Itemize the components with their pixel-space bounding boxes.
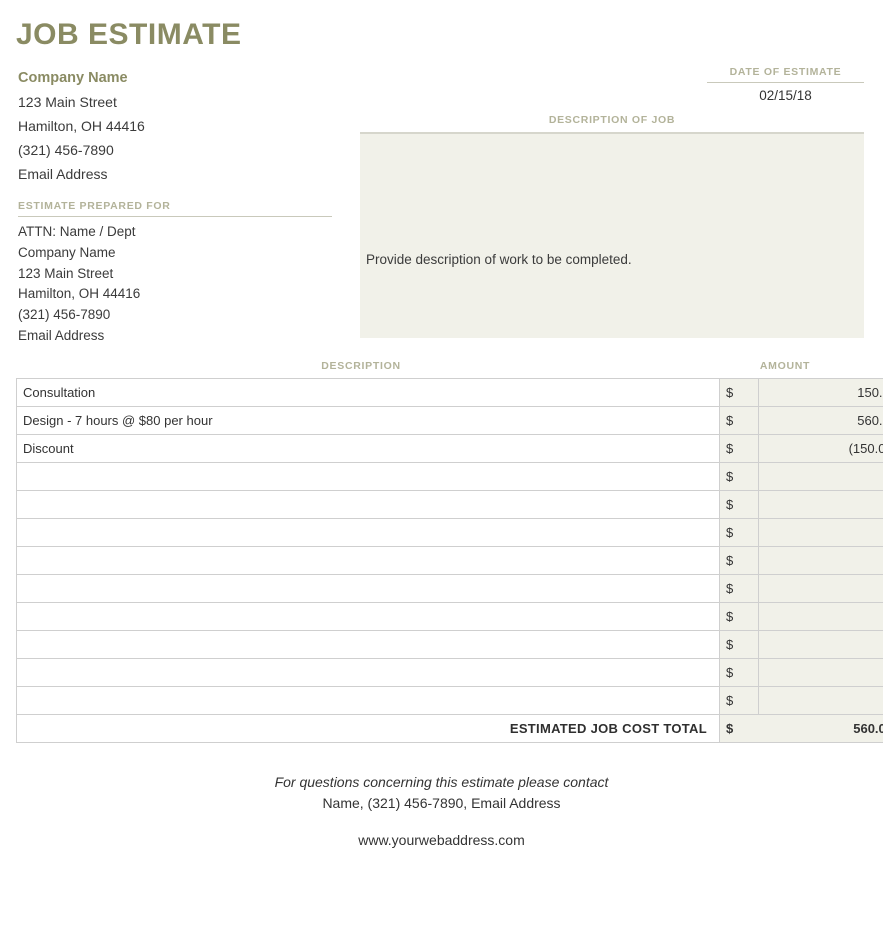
item-description[interactable]: Design - 7 hours @ $80 per hour	[16, 406, 720, 435]
estimated-total-label: ESTIMATED JOB COST TOTAL	[16, 714, 720, 743]
date-of-estimate-block: DATE OF ESTIMATE 02/15/18	[707, 66, 864, 103]
table-row[interactable]: Design - 7 hours @ $80 per hour $ 560.00	[16, 406, 883, 435]
column-header-amount: AMOUNT	[759, 360, 811, 372]
table-row[interactable]: $ -	[16, 490, 883, 519]
table-row[interactable]: Discount $ (150.00)	[16, 434, 883, 463]
footer-contact-block: For questions concerning this estimate p…	[0, 772, 883, 848]
job-estimate-document: JOB ESTIMATE Company Name 123 Main Stree…	[0, 0, 883, 952]
table-row[interactable]: $ -	[16, 686, 883, 715]
currency-symbol: $	[719, 490, 759, 519]
item-amount[interactable]: -	[758, 686, 883, 715]
description-of-job-label: DESCRIPTION OF JOB	[548, 114, 676, 126]
prepared-for-block: ESTIMATE PREPARED FOR ATTN: Name / Dept …	[18, 200, 332, 347]
item-description[interactable]	[16, 658, 720, 687]
prepared-for-address-line: Hamilton, OH 44416	[18, 286, 141, 302]
table-row[interactable]: $ -	[16, 602, 883, 631]
footer-questions-line: For questions concerning this estimate p…	[274, 774, 609, 790]
prepared-for-company: Company Name	[18, 244, 116, 260]
item-amount[interactable]: -	[758, 546, 883, 575]
estimated-total-amount: 560.00	[758, 714, 883, 743]
description-of-job-field[interactable]: Provide description of work to be comple…	[360, 132, 864, 338]
prepared-for-email: Email Address	[18, 327, 105, 343]
table-row[interactable]: $ -	[16, 546, 883, 575]
item-amount[interactable]: -	[758, 658, 883, 687]
prepared-for-address-line: 123 Main Street	[18, 265, 114, 281]
prepared-for-label: ESTIMATE PREPARED FOR	[18, 200, 171, 212]
page-title: JOB ESTIMATE	[16, 18, 242, 51]
column-header-description: DESCRIPTION	[321, 360, 401, 372]
currency-symbol: $	[719, 658, 759, 687]
item-description[interactable]: Consultation	[16, 378, 720, 407]
item-amount[interactable]: (150.00)	[758, 434, 883, 463]
estimated-total-row: ESTIMATED JOB COST TOTAL $ 560.00	[16, 714, 883, 743]
currency-symbol: $	[719, 434, 759, 463]
sender-company-name: Company Name	[18, 70, 128, 86]
prepared-for-phone: (321) 456-7890	[18, 307, 111, 323]
description-of-job-placeholder: Provide description of work to be comple…	[366, 252, 632, 267]
item-description[interactable]	[16, 462, 720, 491]
item-amount[interactable]: -	[758, 602, 883, 631]
item-amount[interactable]: 560.00	[758, 406, 883, 435]
item-description[interactable]	[16, 602, 720, 631]
item-amount[interactable]: 150.00	[758, 378, 883, 407]
currency-symbol: $	[719, 462, 759, 491]
table-row[interactable]: $ -	[16, 518, 883, 547]
item-amount[interactable]: -	[758, 462, 883, 491]
table-row[interactable]: $ -	[16, 658, 883, 687]
table-row[interactable]: $ -	[16, 574, 883, 603]
line-items-table: Consultation $ 150.00 Design - 7 hours @…	[16, 378, 883, 743]
item-amount[interactable]: -	[758, 630, 883, 659]
currency-symbol: $	[719, 378, 759, 407]
currency-symbol: $	[719, 602, 759, 631]
sender-address-line: Hamilton, OH 44416	[18, 118, 145, 134]
sender-email: Email Address	[18, 166, 108, 182]
prepared-for-divider	[18, 216, 332, 217]
sender-address-line: 123 Main Street	[18, 94, 117, 110]
footer-website: www.yourwebaddress.com	[358, 832, 525, 848]
item-description[interactable]	[16, 630, 720, 659]
currency-symbol: $	[719, 518, 759, 547]
line-items-section: DESCRIPTION AMOUNT Consultation $ 150.00…	[16, 360, 883, 743]
item-amount[interactable]: -	[758, 574, 883, 603]
item-description[interactable]	[16, 686, 720, 715]
description-of-job-block: DESCRIPTION OF JOB Provide description o…	[360, 114, 864, 338]
item-amount[interactable]: -	[758, 518, 883, 547]
item-description[interactable]	[16, 546, 720, 575]
currency-symbol: $	[719, 574, 759, 603]
footer-contact-line: Name, (321) 456-7890, Email Address	[322, 795, 561, 811]
currency-symbol: $	[719, 686, 759, 715]
sender-address-block: Company Name 123 Main Street Hamilton, O…	[18, 66, 348, 186]
table-row[interactable]: $ -	[16, 630, 883, 659]
line-items-header-row: DESCRIPTION AMOUNT	[16, 360, 864, 378]
sender-phone: (321) 456-7890	[18, 142, 114, 158]
item-description[interactable]	[16, 574, 720, 603]
currency-symbol: $	[719, 406, 759, 435]
currency-symbol: $	[719, 630, 759, 659]
item-description[interactable]	[16, 518, 720, 547]
table-row[interactable]: $ -	[16, 462, 883, 491]
item-description[interactable]: Discount	[16, 434, 720, 463]
date-of-estimate-label: DATE OF ESTIMATE	[729, 66, 842, 78]
currency-symbol: $	[719, 714, 759, 743]
line-items-body: Consultation $ 150.00 Design - 7 hours @…	[16, 378, 883, 743]
item-amount[interactable]: -	[758, 490, 883, 519]
currency-symbol: $	[719, 546, 759, 575]
table-row[interactable]: Consultation $ 150.00	[16, 378, 883, 407]
date-of-estimate-value[interactable]: 02/15/18	[707, 83, 864, 103]
prepared-for-attn: ATTN: Name / Dept	[18, 224, 136, 239]
item-description[interactable]	[16, 490, 720, 519]
